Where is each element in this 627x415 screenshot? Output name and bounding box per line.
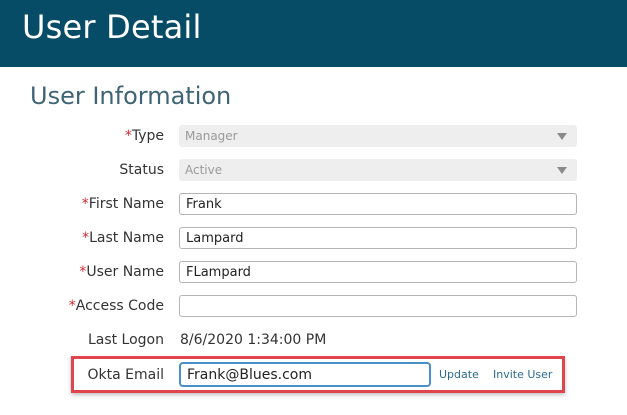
type-select[interactable]: Manager	[179, 125, 577, 147]
status-select-value: Active	[185, 163, 223, 177]
okta-email-input[interactable]	[179, 362, 431, 387]
first-name-input[interactable]	[179, 193, 577, 215]
status-row: Status Active	[0, 159, 627, 181]
chevron-down-icon	[557, 133, 567, 140]
user-name-row: *User Name	[0, 261, 627, 283]
last-name-label: *Last Name	[82, 230, 164, 246]
status-select[interactable]: Active	[179, 159, 577, 181]
access-code-label: *Access Code	[68, 298, 164, 314]
last-name-row: *Last Name	[0, 227, 627, 249]
first-name-label: *First Name	[81, 196, 164, 212]
user-name-input[interactable]	[179, 261, 577, 283]
first-name-row: *First Name	[0, 193, 627, 215]
last-logon-row: Last Logon 8/6/2020 1:34:00 PM	[0, 329, 627, 351]
okta-email-label: Okta Email	[87, 367, 165, 383]
access-code-input[interactable]	[179, 295, 577, 317]
update-button[interactable]: Update	[439, 366, 479, 384]
chevron-down-icon	[557, 167, 567, 174]
invite-user-button[interactable]: Invite User	[493, 366, 552, 384]
status-label: Status	[119, 162, 164, 178]
last-logon-value: 8/6/2020 1:34:00 PM	[180, 332, 327, 348]
last-name-input[interactable]	[179, 227, 577, 249]
type-label: *Type	[124, 128, 164, 144]
page-header: User Detail	[0, 0, 627, 67]
page-title: User Detail	[22, 8, 202, 46]
required-marker: *	[124, 128, 132, 144]
last-logon-label: Last Logon	[87, 332, 164, 348]
type-row: *Type Manager	[0, 125, 627, 147]
type-select-value: Manager	[185, 129, 238, 143]
section-title: User Information	[30, 82, 232, 110]
required-marker: *	[81, 196, 89, 212]
access-code-row: *Access Code	[0, 295, 627, 317]
required-marker: *	[68, 298, 76, 314]
user-name-label: *User Name	[79, 264, 164, 280]
